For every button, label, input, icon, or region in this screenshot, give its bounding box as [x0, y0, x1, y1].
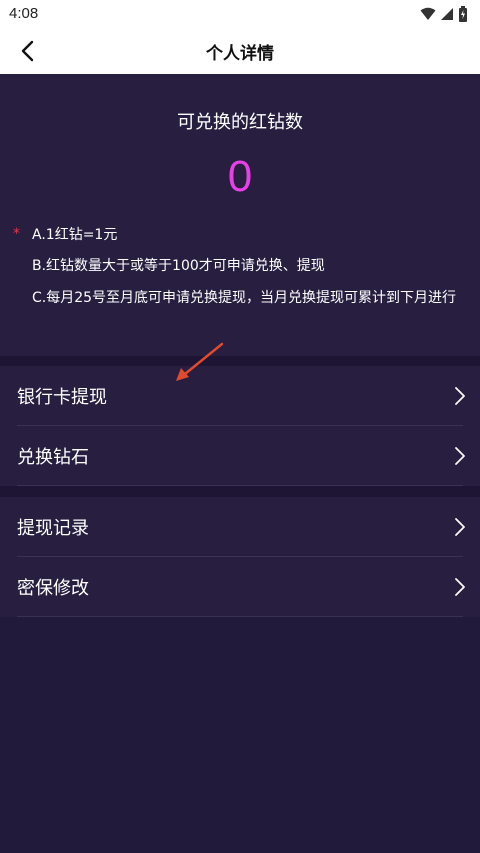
- chevron-right-icon: [455, 578, 465, 596]
- menu-group-account: 提现记录 密保修改: [0, 497, 480, 617]
- empty-background: [0, 617, 480, 853]
- menu-item-label: 兑换钻石: [17, 447, 89, 468]
- balance-value: 0: [227, 152, 253, 201]
- annotation-arrow-icon: [176, 342, 224, 381]
- chevron-right-icon: [455, 518, 465, 536]
- status-time: 4:08: [9, 5, 39, 22]
- section-divider: [0, 486, 480, 497]
- chevron-right-icon: [455, 387, 465, 405]
- note-item: C.每月25号至月底可申请兑换提现，当月兑换提现可累计到下月进行: [32, 290, 457, 306]
- note-item: B.红钻数量大于或等于100才可申请兑换、提现: [32, 258, 325, 274]
- section-divider: [0, 356, 480, 366]
- exchange-diamond-item[interactable]: 兑换钻石: [0, 426, 480, 486]
- note-item: A.1红钻=1元: [32, 227, 118, 243]
- chevron-right-icon: [455, 447, 465, 465]
- signal-icon: [441, 8, 453, 20]
- security-question-item[interactable]: 密保修改: [0, 557, 480, 617]
- balance-label: 可兑换的红钻数: [177, 112, 303, 133]
- withdraw-records-item[interactable]: 提现记录: [0, 497, 480, 557]
- menu-item-label: 密保修改: [17, 578, 89, 599]
- menu-item-label: 提现记录: [17, 518, 89, 539]
- battery-icon: [459, 6, 467, 22]
- status-bar: 4:08: [0, 0, 480, 28]
- note-marker: *: [13, 226, 20, 242]
- status-icons: [420, 6, 468, 22]
- nav-bar: 个人详情: [0, 28, 480, 74]
- bank-card-withdraw-item[interactable]: 银行卡提现: [0, 366, 480, 426]
- menu-group-exchange: 银行卡提现 兑换钻石: [0, 366, 480, 486]
- wifi-icon: [420, 7, 436, 20]
- balance-panel: 可兑换的红钻数 0 * A.1红钻=1元 B.红钻数量大于或等于100才可申请兑…: [0, 74, 480, 356]
- page-title: 个人详情: [206, 44, 274, 64]
- menu-item-label: 银行卡提现: [17, 387, 107, 408]
